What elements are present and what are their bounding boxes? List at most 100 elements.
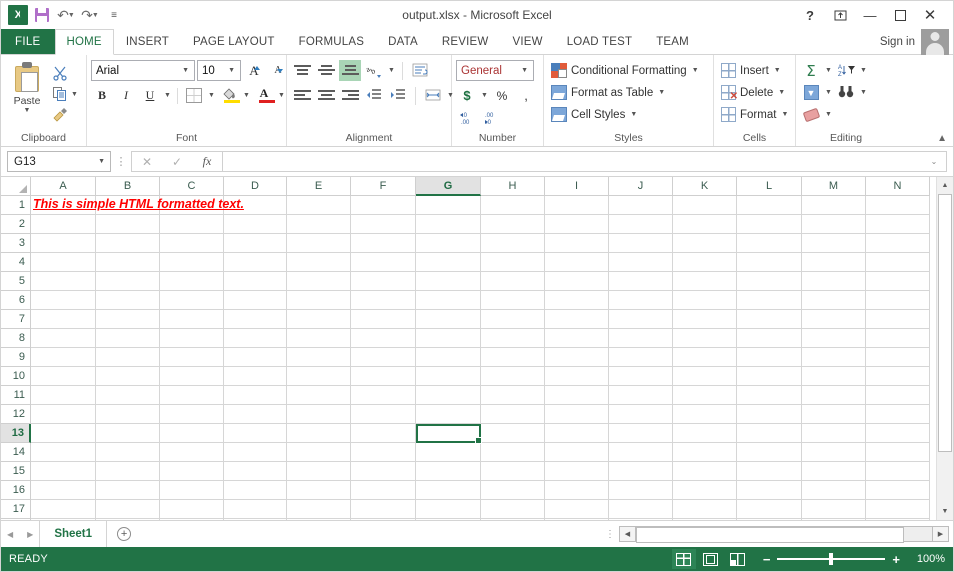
cell-J11[interactable] (609, 386, 673, 405)
cell-C12[interactable] (160, 405, 224, 424)
undo-icon[interactable]: ↶ ▼ (55, 4, 77, 26)
formula-input[interactable]: ⌄ (222, 151, 947, 172)
row-header-9[interactable]: 9 (1, 348, 31, 367)
tab-insert[interactable]: INSERT (114, 29, 181, 54)
cell-H15[interactable] (481, 462, 545, 481)
cell-E4[interactable] (287, 253, 351, 272)
center-button[interactable] (315, 85, 337, 106)
cell-E16[interactable] (287, 481, 351, 500)
format-as-table-caret-icon[interactable]: ▼ (657, 89, 666, 96)
cell-L1[interactable] (737, 196, 802, 215)
cell-K15[interactable] (673, 462, 737, 481)
cell-I1[interactable] (545, 196, 609, 215)
cancel-formula-icon[interactable]: ✕ (132, 152, 162, 171)
cell-F16[interactable] (351, 481, 416, 500)
column-header-l[interactable]: L (737, 177, 802, 196)
merge-center-button[interactable] (422, 85, 444, 106)
column-header-j[interactable]: J (609, 177, 673, 196)
cell-F18[interactable] (351, 519, 416, 520)
row-header-6[interactable]: 6 (1, 291, 31, 310)
cell-D11[interactable] (224, 386, 287, 405)
cell-D8[interactable] (224, 329, 287, 348)
column-header-f[interactable]: F (351, 177, 416, 196)
increase-indent-button[interactable] (387, 85, 409, 106)
cell-C2[interactable] (160, 215, 224, 234)
cell-L9[interactable] (737, 348, 802, 367)
cell-F11[interactable] (351, 386, 416, 405)
cell-K11[interactable] (673, 386, 737, 405)
cell-J2[interactable] (609, 215, 673, 234)
bold-button[interactable]: B (91, 85, 113, 106)
tab-load-test[interactable]: LOAD TEST (555, 29, 645, 54)
cell-K14[interactable] (673, 443, 737, 462)
cell-D16[interactable] (224, 481, 287, 500)
cell-F2[interactable] (351, 215, 416, 234)
row-header-17[interactable]: 17 (1, 500, 31, 519)
zoom-in-button[interactable]: + (892, 553, 900, 566)
cell-N16[interactable] (866, 481, 930, 500)
cell-F6[interactable] (351, 291, 416, 310)
cell-G3[interactable] (416, 234, 481, 253)
percent-format-button[interactable]: % (491, 85, 513, 106)
cell-F4[interactable] (351, 253, 416, 272)
tab-view[interactable]: VIEW (500, 29, 554, 54)
sort-filter-button[interactable]: AZ (835, 60, 857, 81)
cell-B13[interactable] (96, 424, 160, 443)
tab-review[interactable]: REVIEW (430, 29, 501, 54)
cell-C9[interactable] (160, 348, 224, 367)
cell-H8[interactable] (481, 329, 545, 348)
cell-M13[interactable] (802, 424, 866, 443)
row-header-11[interactable]: 11 (1, 386, 31, 405)
cell-F17[interactable] (351, 500, 416, 519)
cell-J14[interactable] (609, 443, 673, 462)
cell-F7[interactable] (351, 310, 416, 329)
minimize-button[interactable]: — (855, 2, 885, 28)
cell-G12[interactable] (416, 405, 481, 424)
cell-D14[interactable] (224, 443, 287, 462)
accounting-format-button[interactable]: $ (456, 85, 478, 106)
cell-B2[interactable] (96, 215, 160, 234)
formula-bar-grip[interactable]: ⋮ (111, 155, 131, 168)
italic-button[interactable]: I (115, 85, 137, 106)
cell-G9[interactable] (416, 348, 481, 367)
cell-A8[interactable] (31, 329, 96, 348)
row-header-4[interactable]: 4 (1, 253, 31, 272)
cell-E13[interactable] (287, 424, 351, 443)
row-header-16[interactable]: 16 (1, 481, 31, 500)
cell-M10[interactable] (802, 367, 866, 386)
cell-K5[interactable] (673, 272, 737, 291)
underline-button[interactable]: U (139, 85, 161, 106)
cell-J5[interactable] (609, 272, 673, 291)
cell-F13[interactable] (351, 424, 416, 443)
cell-F15[interactable] (351, 462, 416, 481)
cell-D18[interactable] (224, 519, 287, 520)
font-name-input[interactable]: Arial ▼ (91, 60, 195, 81)
column-header-a[interactable]: A (31, 177, 96, 196)
cell-N18[interactable] (866, 519, 930, 520)
cell-H4[interactable] (481, 253, 545, 272)
cell-D9[interactable] (224, 348, 287, 367)
cell-H18[interactable] (481, 519, 545, 520)
cell-N3[interactable] (866, 234, 930, 253)
increase-decimal-button[interactable]: .0.00 (456, 108, 478, 129)
cell-A4[interactable] (31, 253, 96, 272)
column-header-d[interactable]: D (224, 177, 287, 196)
number-format-select[interactable]: General ▼ (456, 60, 534, 81)
cell-J7[interactable] (609, 310, 673, 329)
cell-I3[interactable] (545, 234, 609, 253)
cell-N11[interactable] (866, 386, 930, 405)
cell-B8[interactable] (96, 329, 160, 348)
cell-E9[interactable] (287, 348, 351, 367)
cell-L5[interactable] (737, 272, 802, 291)
row-header-2[interactable]: 2 (1, 215, 31, 234)
cell-N15[interactable] (866, 462, 930, 481)
align-right-button[interactable] (339, 85, 361, 106)
row-header-8[interactable]: 8 (1, 329, 31, 348)
vertical-scroll-thumb[interactable] (938, 194, 952, 452)
tab-file[interactable]: FILE (1, 29, 55, 54)
cell-I13[interactable] (545, 424, 609, 443)
zoom-out-button[interactable]: − (763, 553, 771, 566)
cell-M16[interactable] (802, 481, 866, 500)
cell-L11[interactable] (737, 386, 802, 405)
cell-L18[interactable] (737, 519, 802, 520)
